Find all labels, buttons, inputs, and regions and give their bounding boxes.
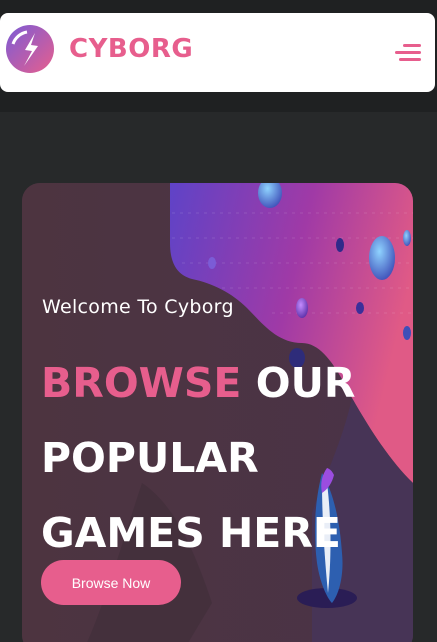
headline-line1-rest: OUR [241,359,356,407]
hero-headline: BROWSE OUR POPULAR GAMES HERE [41,346,401,571]
cyborg-logo-icon[interactable] [5,24,55,74]
headline-line2: POPULAR [41,434,259,482]
headline-accent: BROWSE [41,359,242,407]
hero-banner: Welcome To Cyborg BROWSE OUR POPULAR GAMES… [22,183,413,642]
menu-button[interactable] [393,41,423,65]
headline-line3: GAMES HERE [41,509,341,557]
menu-line [395,51,421,54]
welcome-text: Welcome To Cyborg [42,296,234,318]
page: CYBORG Welcome To Cyborg BROWSE OUR POPU… [0,0,437,642]
browse-now-button[interactable]: Browse Now [41,560,181,605]
site-header: CYBORG [0,13,435,92]
menu-line [399,58,421,61]
menu-line [403,44,421,47]
brand-name[interactable]: CYBORG [69,31,193,67]
